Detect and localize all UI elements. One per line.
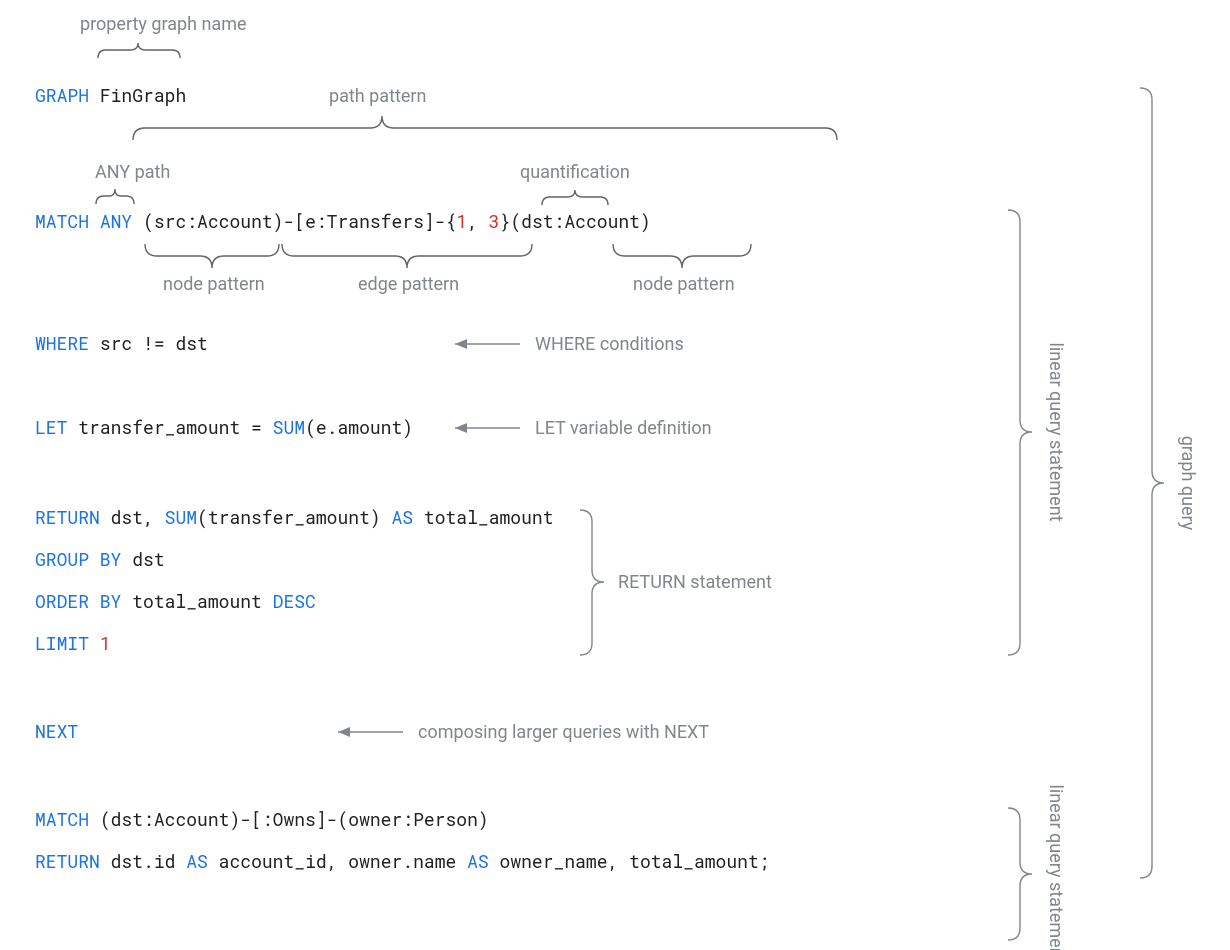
arrowhead-let [455,423,467,433]
label-return-statement: RETURN statement [618,572,772,593]
brace-graph-query [1140,88,1164,878]
code-line-next: NEXT [35,719,78,743]
code-line-groupby: GROUP BY dst [35,547,165,571]
code-line-return2: RETURN dst.id AS account_id, owner.name … [35,849,770,873]
code-line-let: LET transfer_amount = SUM(e.amount) [35,415,413,439]
brace-return-statement [580,510,604,655]
brace-quantification [542,190,608,205]
brace-any-path [96,189,134,204]
label-any-path: ANY path [95,162,170,183]
code-line-limit: LIMIT 1 [35,631,111,655]
code-line-orderby: ORDER BY total_amount DESC [35,589,316,613]
label-quantification: quantification [520,162,630,183]
brace-property-graph-name [98,43,180,58]
label-edge-pattern: edge pattern [358,274,459,295]
label-graph-query: graph query [1177,436,1198,531]
arrowhead-where [455,339,467,349]
label-property-graph-name: property graph name [80,14,247,35]
label-let-variable-definition: LET variable definition [535,418,712,439]
code-line-match2: MATCH (dst:Account)-[:Owns]-(owner:Perso… [35,807,489,831]
brace-edge-pattern [282,244,532,268]
brace-node-pattern-2 [613,244,751,268]
brace-node-pattern-1 [145,244,279,268]
label-composing-next: composing larger queries with NEXT [418,722,709,743]
label-path-pattern: path pattern [329,86,426,107]
label-linear-query-1: linear query statement [1045,342,1066,521]
brace-linear-query-2 [1008,808,1032,940]
code-line-match1: MATCH ANY (src:Account)-[e:Transfers]-{1… [35,209,651,233]
arrowhead-next [338,727,350,737]
code-line-graph: GRAPH FinGraph [35,83,186,107]
label-node-pattern-2: node pattern [633,274,735,295]
code-line-return1: RETURN dst, SUM(transfer_amount) AS tota… [35,505,554,529]
code-line-where: WHERE src != dst [35,331,208,355]
label-where-conditions: WHERE conditions [535,334,684,355]
label-node-pattern-1: node pattern [163,274,265,295]
label-linear-query-2: linear query statement [1045,784,1066,950]
brace-path-pattern [133,116,837,140]
brace-linear-query-1 [1008,210,1032,655]
